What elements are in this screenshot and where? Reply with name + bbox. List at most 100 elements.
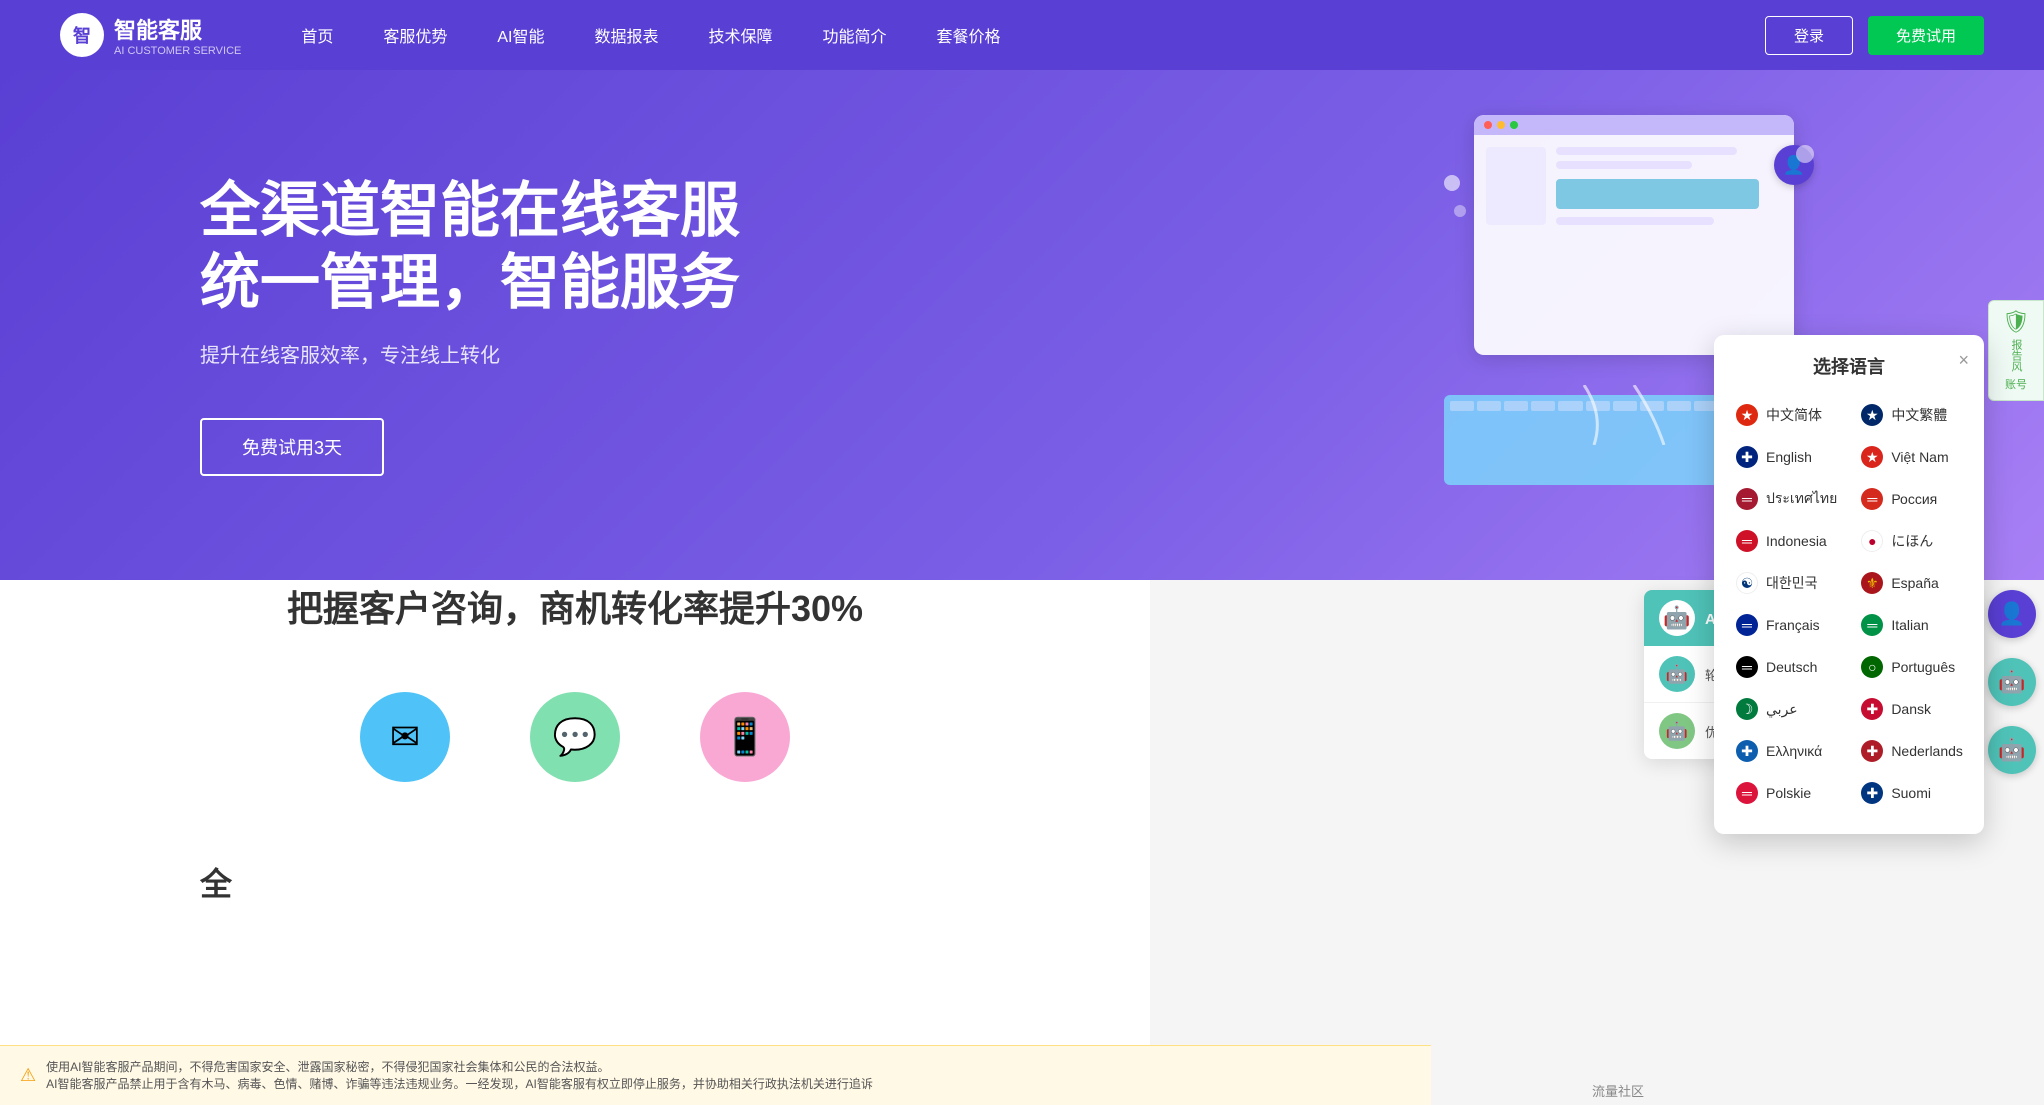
lang-label-id: Indonesia bbox=[1766, 533, 1827, 549]
other-channel: 📱 bbox=[700, 692, 790, 782]
lang-label-gr: Ελληνικά bbox=[1766, 743, 1822, 759]
lang-item-vn[interactable]: ★ Việt Nam bbox=[1849, 436, 1975, 478]
lang-label-dk: Dansk bbox=[1891, 701, 1931, 717]
flag-vn: ★ bbox=[1861, 446, 1883, 468]
side-avatar-1: 👤 bbox=[1988, 590, 2036, 638]
flag-nl: ✚ bbox=[1861, 740, 1883, 762]
lang-label-pl: Polskie bbox=[1766, 785, 1811, 801]
flag-fi: ✚ bbox=[1861, 782, 1883, 804]
flag-pt: ○ bbox=[1861, 656, 1883, 678]
nav-home[interactable]: 首页 bbox=[301, 23, 333, 47]
flag-th: ═ bbox=[1736, 488, 1758, 510]
flag-pl: ═ bbox=[1736, 782, 1758, 804]
flag-dk: ✚ bbox=[1861, 698, 1883, 720]
lang-label-fr: Français bbox=[1766, 617, 1820, 633]
flag-ar: ☽ bbox=[1736, 698, 1758, 720]
channels-row: ✉ 💬 📱 bbox=[0, 692, 1150, 782]
lang-label-zh-trad: 中文繁體 bbox=[1891, 405, 1947, 425]
side-avatar-2: 🤖 bbox=[1988, 658, 2036, 706]
lang-label-ar: عربي bbox=[1766, 701, 1798, 718]
nav-pricing[interactable]: 套餐价格 bbox=[937, 23, 1001, 47]
flag-kr: ☯ bbox=[1736, 572, 1758, 594]
shield-label2: 账号 bbox=[2005, 376, 2027, 392]
wechat-icon: 💬 bbox=[530, 692, 620, 782]
header-buttons: 登录 免费试用 bbox=[1765, 16, 1984, 55]
lang-item-pl[interactable]: ═ Polskie bbox=[1724, 772, 1849, 814]
full-label: 全 bbox=[200, 859, 232, 905]
nav-reports[interactable]: 数据报表 bbox=[595, 23, 659, 47]
language-modal-title: 选择语言 bbox=[1813, 353, 1885, 379]
lang-item-ar[interactable]: ☽ عربي bbox=[1724, 688, 1849, 730]
notice-text: 使用AI智能客服产品期间，不得危害国家安全、泄露国家秘密，不得侵犯国家社会集体和… bbox=[46, 1059, 873, 1093]
lang-label-pt: Português bbox=[1891, 659, 1955, 675]
logo-name: 智能客服 bbox=[114, 13, 241, 45]
shield-label1: 报告风 bbox=[2008, 339, 2024, 372]
other-icon: 📱 bbox=[700, 692, 790, 782]
header: 智 智能客服 AI CUSTOMER SERVICE 首页 客服优势 AI智能 … bbox=[0, 0, 2044, 70]
email-channel: ✉ bbox=[360, 692, 450, 782]
lang-item-gr[interactable]: ✚ Ελληνικά bbox=[1724, 730, 1849, 772]
email-icon: ✉ bbox=[360, 692, 450, 782]
nav-ai[interactable]: AI智能 bbox=[497, 23, 544, 47]
flag-jp: ● bbox=[1861, 530, 1883, 552]
nav-tech[interactable]: 技术保障 bbox=[709, 23, 773, 47]
lang-item-kr[interactable]: ☯ 대한민국 bbox=[1724, 562, 1849, 604]
nav-advantage[interactable]: 客服优势 bbox=[383, 23, 447, 47]
hero-trial-button[interactable]: 免费试用3天 bbox=[200, 418, 384, 476]
lang-item-fr[interactable]: ═ Français bbox=[1724, 604, 1849, 646]
lang-label-de: Deutsch bbox=[1766, 659, 1817, 675]
chat-avatar-icon: 🤖 bbox=[1659, 600, 1695, 636]
flag-gr: ✚ bbox=[1736, 740, 1758, 762]
logo-area: 智 智能客服 AI CUSTOMER SERVICE bbox=[60, 13, 241, 57]
flag-tw: ★ bbox=[1861, 404, 1883, 426]
flag-fr: ═ bbox=[1736, 614, 1758, 636]
wechat-channel: 💬 bbox=[530, 692, 620, 782]
lang-item-es[interactable]: ⚜ España bbox=[1849, 562, 1975, 604]
screen-mockup: 👤 bbox=[1474, 115, 1794, 355]
nav-links: 首页 客服优势 AI智能 数据报表 技术保障 功能简介 套餐价格 bbox=[301, 23, 1765, 47]
logo-subtitle: AI CUSTOMER SERVICE bbox=[114, 45, 241, 57]
footer-community-link[interactable]: 流量社区 bbox=[1592, 1081, 1644, 1100]
flag-it: ═ bbox=[1861, 614, 1883, 636]
lang-label-kr: 대한민국 bbox=[1766, 573, 1818, 593]
hero-title: 全渠道智能在线客服 统一管理，智能服务 bbox=[200, 175, 1424, 319]
side-avatars: 👤 🤖 🤖 bbox=[1988, 590, 2036, 774]
lang-label-es: España bbox=[1891, 575, 1938, 591]
lang-item-dk[interactable]: ✚ Dansk bbox=[1849, 688, 1975, 730]
lang-label-jp: にほん bbox=[1891, 531, 1933, 551]
language-grid: ★ 中文简体 ★ 中文繁體 ✚ English ★ Việt Nam ═ ประ… bbox=[1714, 394, 1984, 814]
free-trial-button[interactable]: 免费试用 bbox=[1868, 16, 1984, 55]
logo-icon: 智 bbox=[60, 13, 104, 57]
lang-label-ru: Россия bbox=[1891, 491, 1937, 507]
notice-icon: ⚠ bbox=[20, 1065, 36, 1086]
flag-gb: ✚ bbox=[1736, 446, 1758, 468]
lang-item-jp[interactable]: ● にほん bbox=[1849, 520, 1975, 562]
lang-label-en: English bbox=[1766, 449, 1812, 465]
flag-ru: ═ bbox=[1861, 488, 1883, 510]
nav-features[interactable]: 功能简介 bbox=[823, 23, 887, 47]
lang-item-pt[interactable]: ○ Português bbox=[1849, 646, 1975, 688]
lang-item-en[interactable]: ✚ English bbox=[1724, 436, 1849, 478]
lang-label-zh-simple: 中文简体 bbox=[1766, 405, 1822, 425]
flag-es: ⚜ bbox=[1861, 572, 1883, 594]
lang-label-nl: Nederlands bbox=[1891, 743, 1963, 759]
shield-icon: 🛡 bbox=[2002, 309, 2030, 335]
lang-item-ru[interactable]: ═ Россия bbox=[1849, 478, 1975, 520]
lang-item-zh-trad[interactable]: ★ 中文繁體 bbox=[1849, 394, 1975, 436]
side-avatar-3: 🤖 bbox=[1988, 726, 2036, 774]
lang-item-fi[interactable]: ✚ Suomi bbox=[1849, 772, 1975, 814]
lang-item-id[interactable]: ═ Indonesia bbox=[1724, 520, 1849, 562]
lang-item-zh-simple[interactable]: ★ 中文简体 bbox=[1724, 394, 1849, 436]
flag-de: ═ bbox=[1736, 656, 1758, 678]
lang-label-it: Italian bbox=[1891, 617, 1928, 633]
lang-item-it[interactable]: ═ Italian bbox=[1849, 604, 1975, 646]
language-modal-close[interactable]: × bbox=[1958, 350, 1969, 371]
lang-label-vn: Việt Nam bbox=[1891, 449, 1948, 465]
hero-content: 全渠道智能在线客服 统一管理，智能服务 提升在线客服效率，专注线上转化 免费试用… bbox=[200, 175, 1424, 476]
lang-item-th[interactable]: ═ ประเทศไทย bbox=[1724, 478, 1849, 520]
flag-id: ═ bbox=[1736, 530, 1758, 552]
lang-item-nl[interactable]: ✚ Nederlands bbox=[1849, 730, 1975, 772]
login-button[interactable]: 登录 bbox=[1765, 16, 1853, 55]
side-shield-badge: 🛡 报告风 账号 bbox=[1988, 300, 2044, 401]
lang-item-de[interactable]: ═ Deutsch bbox=[1724, 646, 1849, 688]
